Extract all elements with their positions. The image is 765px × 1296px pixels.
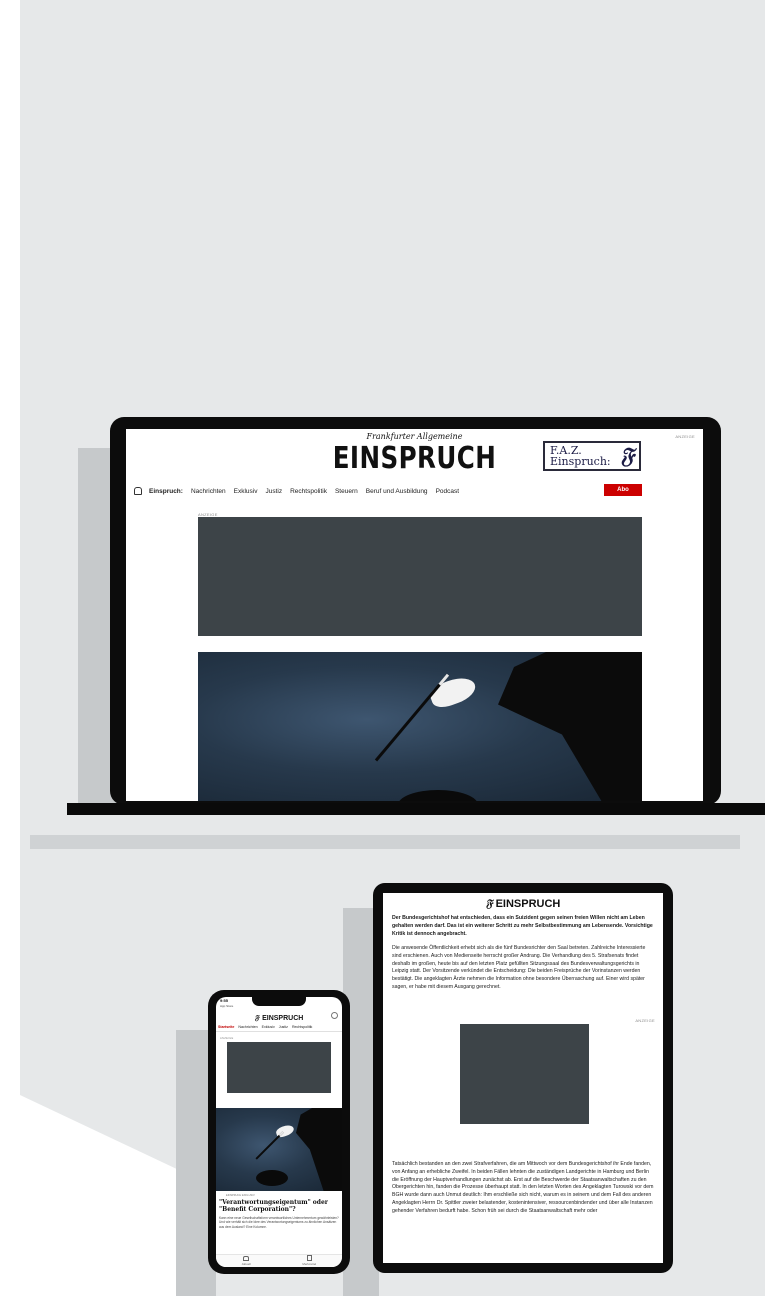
phone-screen: 9:55 App Store 𝔉 EINSPRUCH Startseite Nac… xyxy=(216,997,342,1267)
tablet-device: 𝔉 EINSPRUCH Der Bundesgerichtshof hat ent… xyxy=(373,883,673,1273)
tabbar-aktuell[interactable]: Aktuell xyxy=(242,1256,251,1266)
tablet-brand-text: EINSPRUCH xyxy=(495,898,561,910)
shelf xyxy=(67,803,765,815)
faz-einspruch-banner[interactable]: F.A.Z. Einspruch: 𝔉 xyxy=(543,441,641,471)
article-lead: Der Bundesgerichtshof hat entschieden, d… xyxy=(392,915,653,937)
tabbar-merkzettel-label: Merkzettel xyxy=(302,1262,317,1266)
tablet-ad-label: ANZEIGE xyxy=(635,1018,655,1023)
phone-brand-text: EINSPRUCH xyxy=(262,1015,304,1022)
tab-exklusiv[interactable]: Exklusiv xyxy=(262,1025,275,1029)
tab-nachrichten[interactable]: Nachrichten xyxy=(238,1025,257,1029)
nav-item-beruf[interactable]: Beruf und Ausbildung xyxy=(366,488,428,495)
nav-item-podcast[interactable]: Podcast xyxy=(436,488,460,495)
phone-brand[interactable]: 𝔉 EINSPRUCH xyxy=(216,1013,342,1023)
faz-f-logo-icon: 𝔉 xyxy=(485,897,493,910)
ad-banner[interactable] xyxy=(198,517,642,636)
status-time: 9:55 xyxy=(220,998,229,1003)
phone-hero-wand xyxy=(255,1131,284,1160)
tab-justiz[interactable]: Justiz xyxy=(279,1025,288,1029)
nav-item-exklusiv[interactable]: Exklusiv xyxy=(234,488,258,495)
phone-notch xyxy=(252,997,306,1006)
back-to-app-store[interactable]: App Store xyxy=(220,1004,233,1008)
gear-icon[interactable] xyxy=(331,1012,338,1019)
tab-rechtspolitik[interactable]: Rechtspolitik xyxy=(292,1025,312,1029)
laptop-screen: ANZEIGE Frankfurter Allgemeine EINSPRUCH… xyxy=(126,429,703,801)
article-teaser: Kann eine neue Gesellschaftsform verantw… xyxy=(219,1216,339,1229)
masthead-faz: Frankfurter Allgemeine xyxy=(366,432,463,441)
phone-tabbar: Aktuell Merkzettel xyxy=(216,1254,342,1267)
tabbar-aktuell-label: Aktuell xyxy=(241,1262,251,1266)
nav-item-justiz[interactable]: Justiz xyxy=(265,488,282,495)
tab-startseite[interactable]: Startseite xyxy=(218,1025,234,1029)
shelf-shadow xyxy=(30,835,740,849)
article-headline[interactable]: "Verantwortungseigentum" oder "Benefit C… xyxy=(219,1199,339,1213)
abo-button[interactable]: Abo xyxy=(604,484,642,496)
laptop-device: ANZEIGE Frankfurter Allgemeine EINSPRUCH… xyxy=(110,417,721,805)
tablet-screen: 𝔉 EINSPRUCH Der Bundesgerichtshof hat ent… xyxy=(383,893,663,1263)
nav-item-steuern[interactable]: Steuern xyxy=(335,488,358,495)
home-icon[interactable] xyxy=(134,487,142,495)
mockup-stage: ANZEIGE Frankfurter Allgemeine EINSPRUCH… xyxy=(0,0,765,1296)
phone-tabs: Startseite Nachrichten Exklusiv Justiz R… xyxy=(216,1025,342,1029)
hero-sleeve xyxy=(498,652,642,801)
nav-item-einspruch[interactable]: Einspruch: xyxy=(149,488,183,495)
faz-f-logo-icon: 𝔉 xyxy=(620,443,634,469)
article-kicker: EINSPRUCH EXKLUSIV xyxy=(226,1194,255,1197)
phone-ad-box[interactable] xyxy=(227,1042,331,1093)
nav-item-nachrichten[interactable]: Nachrichten xyxy=(191,488,226,495)
phone-hero-sleeve xyxy=(296,1108,342,1191)
hero-image[interactable] xyxy=(198,652,642,801)
document-icon xyxy=(306,1255,312,1261)
hero-hat xyxy=(398,790,478,801)
article-paragraph-2: Tatsächlich bestanden an den zwei Strafv… xyxy=(392,1161,654,1214)
phone-ad-label: ANZEIGE xyxy=(220,1037,234,1040)
faz-banner-line2: Einspruch: xyxy=(550,455,611,468)
home-icon xyxy=(243,1256,250,1261)
faz-f-logo-icon: 𝔉 xyxy=(254,1013,260,1022)
tablet-brand[interactable]: 𝔉 EINSPRUCH xyxy=(383,897,663,911)
phone-hero-image[interactable] xyxy=(216,1108,342,1191)
phone-tabs-divider xyxy=(216,1031,342,1032)
tablet-ad-box[interactable] xyxy=(460,1024,589,1124)
phone-device: 9:55 App Store 𝔉 EINSPRUCH Startseite Nac… xyxy=(208,990,350,1274)
hero-wand xyxy=(374,673,450,762)
phone-hero-hat xyxy=(256,1170,288,1186)
article-paragraph-1: Die anwesende Öffentlichkeit erhebt sich… xyxy=(392,945,646,990)
nav-item-rechtspolitik[interactable]: Rechtspolitik xyxy=(290,488,327,495)
tabbar-merkzettel[interactable]: Merkzettel xyxy=(302,1255,316,1266)
